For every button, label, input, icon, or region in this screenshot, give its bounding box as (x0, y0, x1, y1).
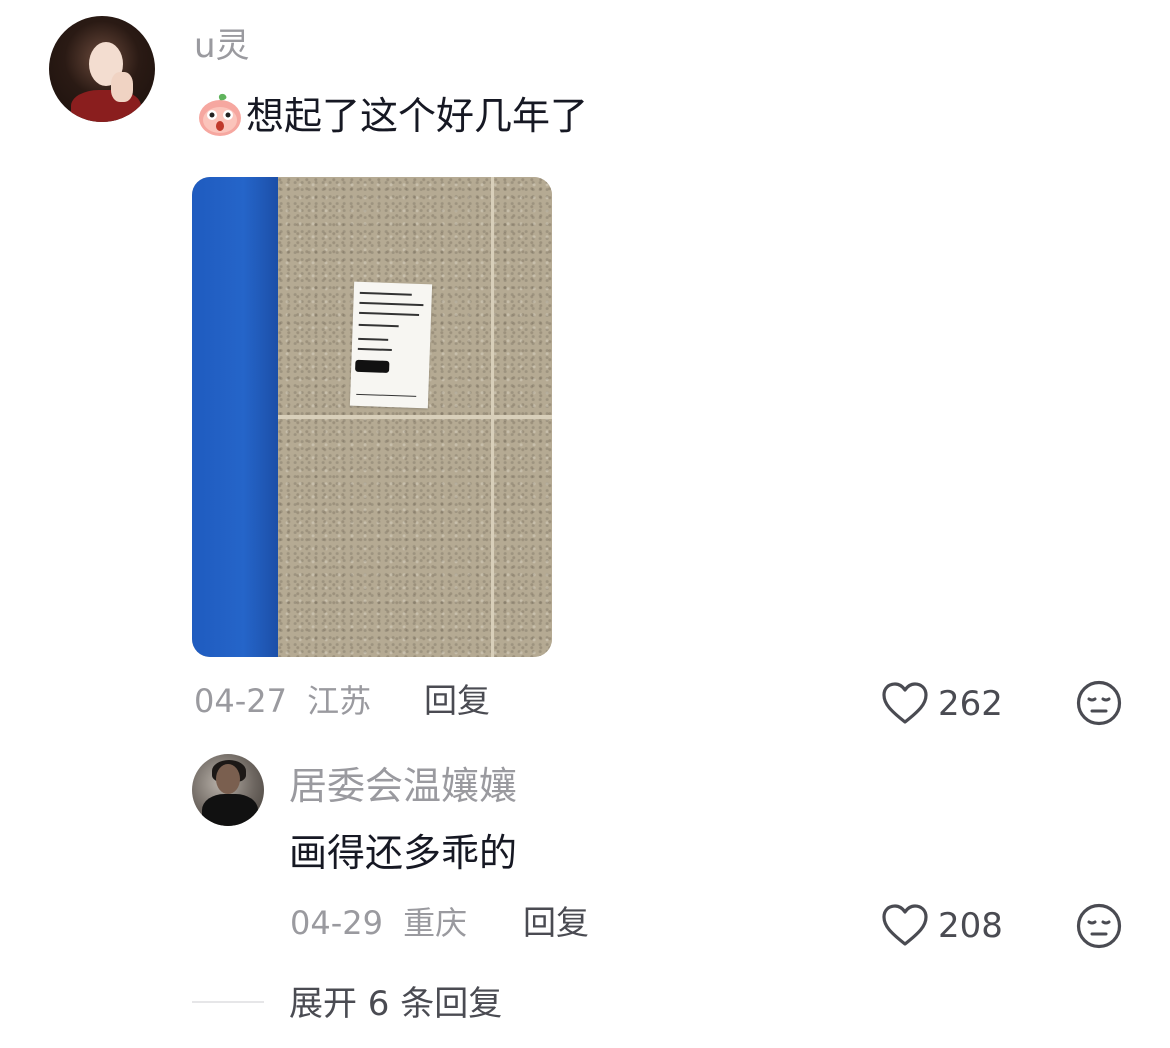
comment-date: 04-27 (194, 682, 287, 720)
comment-location: 江苏 (307, 682, 372, 720)
comment-reply-button[interactable]: 回复 (424, 681, 490, 721)
neutral-face-icon[interactable] (1075, 679, 1123, 727)
reply-location: 重庆 (403, 904, 468, 942)
reply-like-count: 208 (938, 906, 1003, 946)
photo-notice-paper (349, 281, 433, 409)
photo-tile-seam-horizontal (278, 415, 552, 419)
comment-like-count: 262 (938, 684, 1003, 724)
comment-text: 想起了这个好几年了 (246, 94, 589, 138)
reply-reply-button[interactable]: 回复 (523, 903, 589, 943)
comment-photo[interactable] (192, 177, 552, 657)
heart-outline-icon[interactable] (881, 681, 929, 725)
commenter-avatar[interactable] (49, 16, 155, 122)
commenter-username[interactable]: u灵 (194, 26, 250, 66)
neutral-face-icon[interactable] (1075, 902, 1123, 950)
avatar-hand (111, 72, 133, 102)
photo-blue-panel (192, 177, 278, 657)
reply-meta: 04-29 重庆 (290, 903, 467, 943)
surprised-peach-emoji-icon (196, 90, 244, 138)
reply-date: 04-29 (290, 904, 383, 942)
heart-outline-icon[interactable] (881, 903, 929, 947)
avatar-head (216, 764, 240, 794)
replier-username[interactable]: 居委会温孃孃 (289, 764, 517, 808)
avatar-body (202, 794, 258, 826)
reply-text: 画得还多乖的 (289, 831, 518, 875)
replier-avatar[interactable] (192, 754, 264, 826)
comment-meta: 04-27 江苏 (194, 681, 371, 721)
expand-replies-button[interactable]: 展开 6 条回复 (289, 984, 502, 1024)
expand-divider (192, 1001, 264, 1003)
